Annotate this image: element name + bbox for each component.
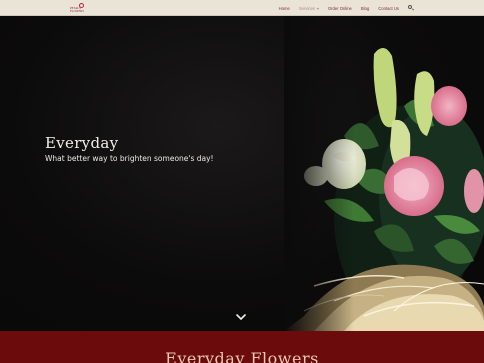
hero-subtitle: What better way to brighten someone's da… (45, 154, 214, 163)
section-band: Everyday Flowers (0, 331, 484, 363)
chevron-down-icon: ▾ (316, 5, 319, 11)
nav-home[interactable]: Home (279, 6, 290, 11)
nav-services-label: Services (298, 5, 315, 11)
nav-order-online[interactable]: Order Online (328, 6, 352, 11)
section-title: Everyday Flowers (165, 349, 319, 363)
logo-line2: FLOWERS (70, 9, 85, 13)
main-nav: Home Services ▾ Order Online Blog Contact… (279, 0, 415, 16)
nav-blog[interactable]: Blog (361, 6, 369, 11)
search-icon[interactable] (408, 5, 415, 11)
nav-services[interactable]: Services ▾ (299, 6, 319, 11)
header-bar: PETALS FLOWERS Home Services ▾ Order Onli… (0, 0, 484, 16)
hero-slider: Everyday What better way to brighten som… (0, 16, 484, 331)
chevron-down-icon[interactable] (235, 313, 247, 321)
bouquet-image (284, 16, 484, 331)
site-logo[interactable]: PETALS FLOWERS (70, 3, 88, 13)
nav-contact-us[interactable]: Contact Us (378, 6, 399, 11)
hero-title: Everyday (45, 134, 119, 152)
